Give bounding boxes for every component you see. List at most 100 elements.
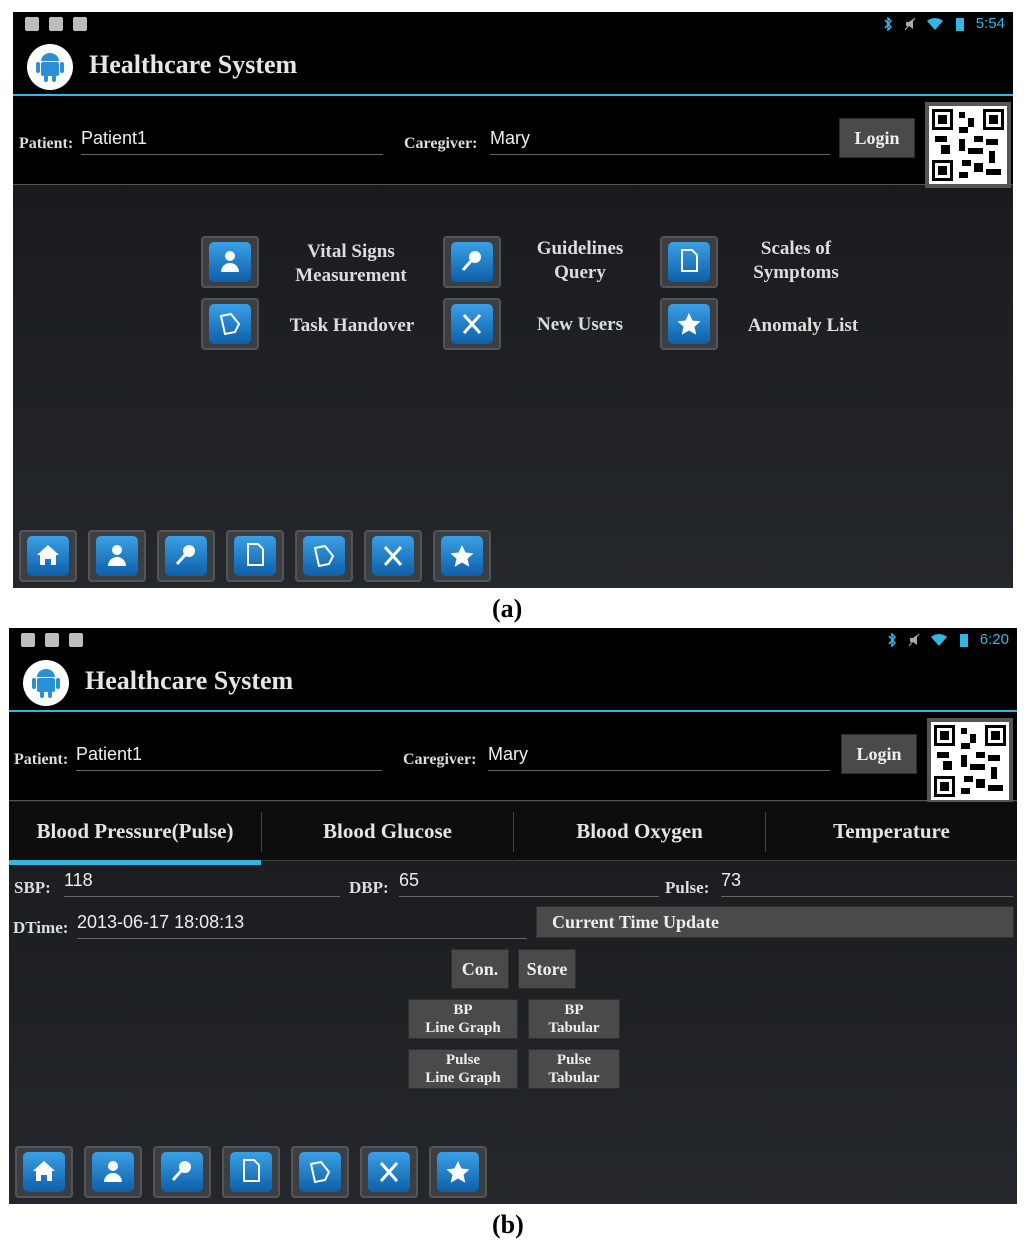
- measurement-tabs: Blood Pressure(Pulse) Blood Glucose Bloo…: [9, 802, 1017, 865]
- bluetooth-icon: [888, 632, 896, 647]
- login-row: Patient: Patient1 Caregiver: Mary Login: [13, 96, 1013, 188]
- person-icon: [104, 1161, 122, 1182]
- wifi-icon: [926, 17, 943, 30]
- document-icon: [681, 249, 698, 272]
- android-notify-icon: [69, 633, 83, 647]
- nav-star-button[interactable]: [429, 1146, 487, 1198]
- magnifier-icon: [461, 251, 481, 271]
- media-icon: [45, 633, 59, 647]
- app-bar: Healthcare System: [9, 654, 1017, 712]
- menu-label-anomaly-list: Anomaly List: [747, 315, 859, 336]
- nav-folder-button[interactable]: [291, 1146, 349, 1198]
- dbp-label: DBP:: [349, 878, 389, 897]
- qr-code-icon[interactable]: [925, 102, 1011, 188]
- nav-person-button[interactable]: [88, 530, 146, 582]
- status-time: 6:20: [979, 631, 1009, 648]
- caption-a: (a): [492, 594, 523, 623]
- person-icon: [108, 545, 126, 566]
- screen-b: 6:20 Healthcare System Patient: Patient1…: [9, 628, 1017, 1204]
- menu-guidelines-button[interactable]: [443, 236, 501, 288]
- nav-home-button[interactable]: [15, 1146, 73, 1198]
- android-notify-icon: [73, 17, 87, 31]
- tab-temperature[interactable]: Temperature: [766, 802, 1017, 861]
- star-icon: [446, 1161, 470, 1183]
- caregiver-label: Caregiver:: [404, 135, 478, 152]
- dtime-label: DTime:: [13, 918, 69, 937]
- nav-magnifier-button[interactable]: [157, 530, 215, 582]
- store-button[interactable]: Store: [518, 949, 576, 989]
- pulse-line-graph-label-1: Pulse: [445, 1052, 481, 1068]
- nav-magnifier-button[interactable]: [153, 1146, 211, 1198]
- tab-blood-oxygen[interactable]: Blood Oxygen: [514, 802, 765, 861]
- pulse-tabular-label-1: Pulse: [556, 1052, 592, 1068]
- login-button[interactable]: Login: [841, 734, 917, 774]
- nav-tools-button[interactable]: [364, 530, 422, 582]
- menu-new-users-button[interactable]: [443, 298, 501, 350]
- qr-code-icon[interactable]: [927, 718, 1013, 804]
- con-button[interactable]: Con.: [451, 949, 509, 989]
- home-icon: [37, 545, 59, 565]
- android-logo-icon: [23, 660, 69, 706]
- person-icon: [221, 251, 239, 272]
- mute-icon: [908, 633, 920, 646]
- magnifier-icon: [171, 1161, 191, 1181]
- menu-task-handover-button[interactable]: [201, 298, 259, 350]
- status-bar: 5:54: [13, 12, 1013, 38]
- nav-star-button[interactable]: [433, 530, 491, 582]
- bp-tabular-label-1: BP: [564, 1002, 584, 1018]
- patient-input[interactable]: Patient1: [76, 744, 382, 771]
- menu-label-vital-signs: Vital Signs Measurement: [295, 241, 407, 286]
- dtime-input[interactable]: 2013-06-17 18:08:13: [77, 912, 527, 939]
- battery-icon: [955, 17, 964, 31]
- star-icon: [450, 545, 474, 567]
- menu-scales-button[interactable]: [660, 236, 718, 288]
- document-icon: [243, 1159, 260, 1182]
- caption-b: (b): [492, 1210, 524, 1239]
- patient-input[interactable]: Patient1: [81, 128, 383, 155]
- nav-tools-button[interactable]: [360, 1146, 418, 1198]
- pulse-input[interactable]: 73: [721, 870, 1013, 897]
- login-button[interactable]: Login: [839, 118, 915, 158]
- app-bar: Healthcare System: [13, 38, 1013, 96]
- caregiver-label: Caregiver:: [403, 751, 477, 768]
- tab-blood-pressure[interactable]: Blood Pressure(Pulse): [9, 802, 261, 865]
- caregiver-input[interactable]: Mary: [488, 744, 830, 771]
- nav-document-button[interactable]: [226, 530, 284, 582]
- tools-icon: [379, 1162, 399, 1182]
- home-icon: [33, 1161, 55, 1181]
- bp-tabular-button[interactable]: BP Tabular: [528, 999, 620, 1039]
- tab-blood-glucose[interactable]: Blood Glucose: [262, 802, 513, 861]
- patient-label: Patient:: [19, 135, 74, 152]
- status-time: 5:54: [975, 15, 1005, 32]
- document-icon: [247, 543, 264, 566]
- pulse-line-graph-button[interactable]: Pulse Line Graph: [408, 1049, 518, 1089]
- sbp-input[interactable]: 118: [64, 870, 340, 897]
- sbp-label: SBP:: [14, 878, 51, 897]
- app-title: Healthcare System: [89, 50, 298, 79]
- current-time-update-button[interactable]: Current Time Update: [536, 906, 1014, 938]
- pulse-tabular-label-2: Tabular: [548, 1070, 600, 1086]
- caregiver-input[interactable]: Mary: [490, 128, 830, 155]
- tools-icon: [462, 314, 482, 334]
- battery-icon: [959, 633, 968, 647]
- bp-line-graph-label-1: BP: [453, 1002, 473, 1018]
- dbp-input[interactable]: 65: [399, 870, 659, 897]
- bp-line-graph-label-2: Line Graph: [425, 1020, 501, 1036]
- nav-document-button[interactable]: [222, 1146, 280, 1198]
- bp-line-graph-button[interactable]: BP Line Graph: [408, 999, 518, 1039]
- menu-vital-signs-button[interactable]: [201, 236, 259, 288]
- nav-folder-button[interactable]: [295, 530, 353, 582]
- login-row: Patient: Patient1 Caregiver: Mary Login: [9, 712, 1017, 804]
- magnifier-icon: [175, 545, 195, 565]
- menu-anomaly-list-button[interactable]: [660, 298, 718, 350]
- nav-person-button[interactable]: [84, 1146, 142, 1198]
- screen-a: 5:54 Healthcare System Patient: Patient1…: [13, 12, 1013, 588]
- media-icon: [49, 17, 63, 31]
- notification-icons: [21, 633, 83, 647]
- menu-label-guidelines: Guidelines Query: [536, 238, 624, 283]
- notification-icons: [25, 17, 87, 31]
- nav-home-button[interactable]: [19, 530, 77, 582]
- pulse-tabular-button[interactable]: Pulse Tabular: [528, 1049, 620, 1089]
- bp-tabular-label-2: Tabular: [548, 1020, 600, 1036]
- wifi-icon: [930, 633, 947, 646]
